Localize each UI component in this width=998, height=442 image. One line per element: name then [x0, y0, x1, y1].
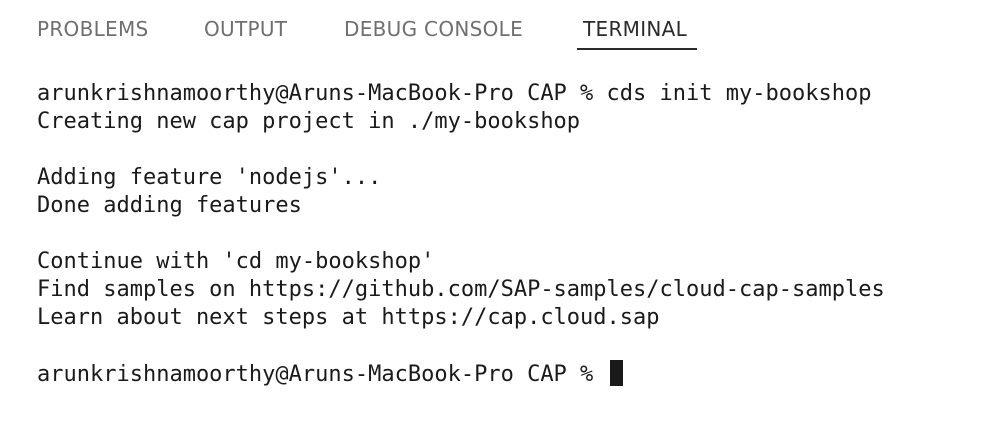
- terminal-line: arunkrishnamoorthy@Aruns-MacBook-Pro CAP…: [37, 81, 872, 106]
- terminal-prompt: arunkrishnamoorthy@Aruns-MacBook-Pro CAP…: [37, 362, 607, 387]
- tab-problems[interactable]: PROBLEMS: [37, 16, 149, 42]
- terminal-cursor: [609, 360, 623, 386]
- terminal-line: Find samples on https://github.com/SAP-s…: [37, 277, 885, 302]
- tab-output[interactable]: OUTPUT: [204, 16, 287, 42]
- terminal-prompt-line[interactable]: arunkrishnamoorthy@Aruns-MacBook-Pro CAP…: [37, 360, 987, 388]
- terminal-line: Continue with 'cd my-bookshop': [37, 249, 435, 274]
- tab-terminal[interactable]: TERMINAL: [583, 16, 687, 42]
- terminal-line: Adding feature 'nodejs'...: [37, 165, 382, 190]
- terminal-line: Learn about next steps at https://cap.cl…: [37, 305, 660, 330]
- active-tab-indicator: [577, 48, 697, 50]
- terminal-line: Creating new cap project in ./my-booksho…: [37, 109, 581, 134]
- terminal-line: Done adding features: [37, 193, 302, 218]
- panel-tab-bar: PROBLEMS OUTPUT DEBUG CONSOLE TERMINAL: [0, 0, 998, 58]
- tab-debug-console[interactable]: DEBUG CONSOLE: [344, 16, 523, 42]
- terminal-output[interactable]: arunkrishnamoorthy@Aruns-MacBook-Pro CAP…: [37, 80, 987, 420]
